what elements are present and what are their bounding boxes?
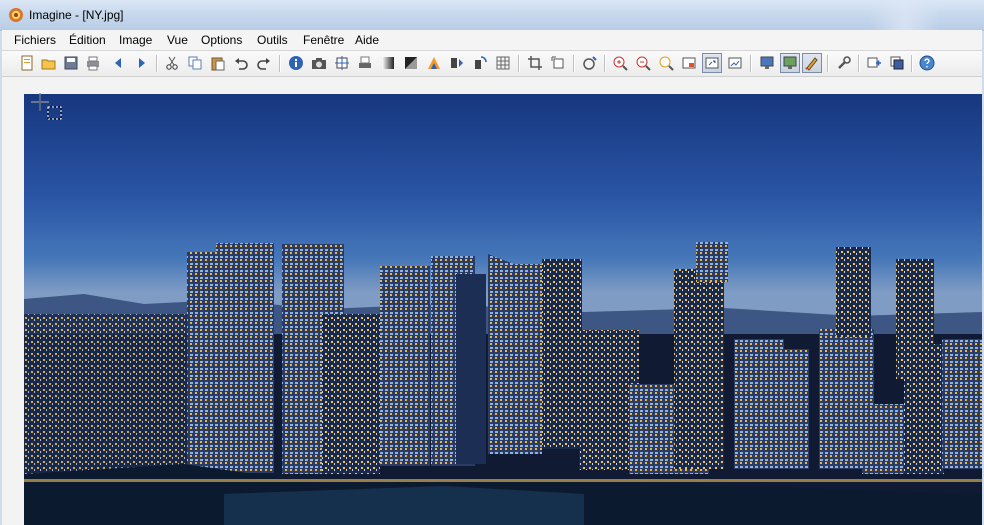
grayscale-icon[interactable] xyxy=(378,53,398,73)
next-icon[interactable] xyxy=(132,53,152,73)
contrast-icon[interactable] xyxy=(401,53,421,73)
print-icon[interactable] xyxy=(83,53,103,73)
batch-icon[interactable] xyxy=(887,53,907,73)
rotate-icon[interactable] xyxy=(470,53,490,73)
monitor-icon[interactable] xyxy=(757,53,777,73)
menu-image[interactable]: Image xyxy=(119,33,152,47)
window-title: Imagine - [NY.jpg] xyxy=(29,8,124,22)
toolbar-separator xyxy=(156,55,158,72)
menu-bar: Fichiers Édition Image Vue Options Outil… xyxy=(2,30,982,51)
cut-icon[interactable] xyxy=(162,53,182,73)
effect-icon[interactable] xyxy=(580,53,600,73)
stretch-icon[interactable] xyxy=(725,53,745,73)
copy-icon[interactable] xyxy=(185,53,205,73)
new-file-icon[interactable] xyxy=(17,53,37,73)
undo-icon[interactable] xyxy=(231,53,251,73)
grid-icon[interactable] xyxy=(493,53,513,73)
title-bar-glow xyxy=(870,0,940,30)
menu-fichiers[interactable]: Fichiers xyxy=(14,33,56,47)
toolbar-separator xyxy=(279,55,281,72)
previous-icon[interactable] xyxy=(108,53,128,73)
document-area xyxy=(2,77,982,525)
redo-icon[interactable] xyxy=(254,53,274,73)
toolbar-separator xyxy=(827,55,829,72)
open-folder-icon[interactable] xyxy=(39,53,59,73)
resize-icon[interactable] xyxy=(332,53,352,73)
city-skyline-photo xyxy=(24,94,982,525)
fit-image-icon[interactable] xyxy=(702,53,722,73)
settings-wrench-icon[interactable] xyxy=(834,53,854,73)
menu-edition[interactable]: Édition xyxy=(69,33,106,47)
zoom-fit-icon[interactable] xyxy=(656,53,676,73)
menu-vue[interactable]: Vue xyxy=(167,33,188,47)
slideshow-icon[interactable] xyxy=(780,53,800,73)
canvas-icon[interactable] xyxy=(548,53,568,73)
crop-icon[interactable] xyxy=(525,53,545,73)
toolbar-separator xyxy=(604,55,606,72)
toolbar xyxy=(2,51,982,77)
zoom-out-icon[interactable] xyxy=(633,53,653,73)
paint-tool-icon[interactable] xyxy=(802,53,822,73)
menu-options[interactable]: Options xyxy=(201,33,242,47)
toolbar-separator xyxy=(858,55,860,72)
app-logo-icon xyxy=(9,8,23,22)
menu-outils[interactable]: Outils xyxy=(257,33,288,47)
toolbar-separator xyxy=(750,55,752,72)
menu-aide[interactable]: Aide xyxy=(355,33,379,47)
help-icon[interactable] xyxy=(917,53,937,73)
scanner-icon[interactable] xyxy=(355,53,375,73)
crosshair-cursor-icon xyxy=(31,93,62,120)
zoom-in-icon[interactable] xyxy=(610,53,630,73)
title-bar[interactable]: Imagine - [NY.jpg] xyxy=(0,0,984,31)
color-adjust-icon[interactable] xyxy=(424,53,444,73)
plugins-icon[interactable] xyxy=(864,53,884,73)
toolbar-separator xyxy=(911,55,913,72)
info-icon[interactable] xyxy=(286,53,306,73)
paste-icon[interactable] xyxy=(208,53,228,73)
save-icon[interactable] xyxy=(61,53,81,73)
camera-icon[interactable] xyxy=(309,53,329,73)
app-window: Imagine - [NY.jpg] Fichiers Édition Imag… xyxy=(0,0,984,525)
toolbar-separator xyxy=(518,55,520,72)
window-icon[interactable] xyxy=(679,53,699,73)
image-canvas[interactable] xyxy=(24,94,982,525)
toolbar-separator xyxy=(573,55,575,72)
menu-fenetre[interactable]: Fenêtre xyxy=(303,33,344,47)
flip-icon[interactable] xyxy=(447,53,467,73)
